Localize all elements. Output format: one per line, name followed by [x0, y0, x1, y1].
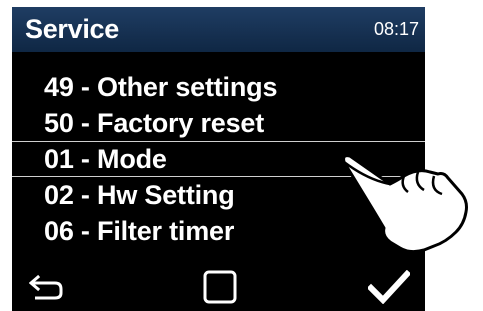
page-title: Service [25, 14, 119, 44]
confirm-button[interactable] [364, 263, 414, 311]
menu-item-other-settings[interactable]: 49 - Other settings [12, 69, 425, 105]
back-arrow-icon [29, 274, 63, 300]
menu-item-factory-reset[interactable]: 50 - Factory reset [12, 105, 425, 141]
checkmark-icon [368, 270, 410, 304]
clock: 08:17 [373, 19, 419, 39]
square-icon [203, 270, 237, 304]
footer-bar [12, 263, 425, 311]
pointing-hand-icon [338, 150, 478, 265]
home-button[interactable] [200, 263, 240, 311]
back-button[interactable] [22, 263, 72, 311]
header-bar: Service 08:17 [12, 7, 425, 52]
